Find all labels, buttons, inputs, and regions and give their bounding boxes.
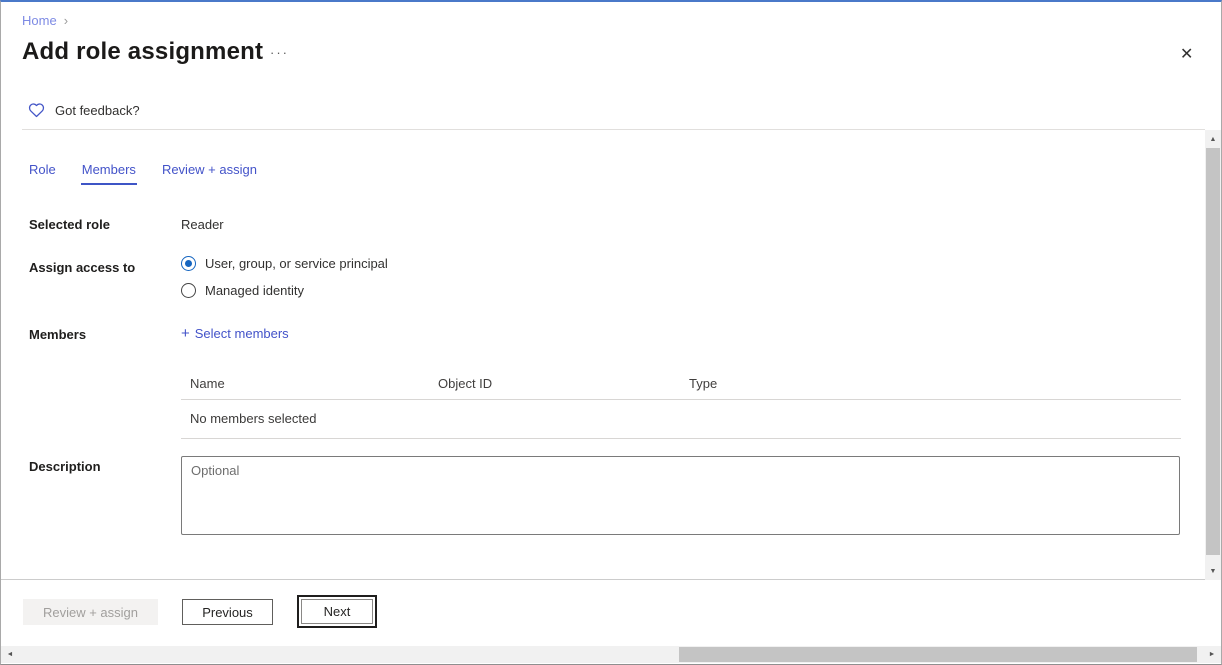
radio-user-group-service-principal[interactable]: User, group, or service principal — [181, 256, 388, 271]
radio-managed-identity[interactable]: Managed identity — [181, 283, 304, 298]
page-title: Add role assignment — [22, 38, 264, 65]
heart-icon — [28, 102, 45, 118]
review-assign-button[interactable]: Review + assign — [23, 599, 158, 625]
tab-review-assign[interactable]: Review + assign — [161, 160, 258, 185]
vertical-scrollbar[interactable]: ▲ ▼ — [1205, 130, 1221, 580]
column-header-object-id: Object ID — [438, 376, 493, 391]
column-header-name: Name — [190, 376, 225, 391]
breadcrumb: Home › — [22, 13, 68, 28]
next-button[interactable]: Next — [301, 599, 373, 624]
tab-role[interactable]: Role — [28, 160, 57, 185]
tab-members[interactable]: Members — [80, 160, 137, 185]
plus-icon: + — [181, 325, 190, 342]
radio-label: User, group, or service principal — [205, 256, 388, 271]
previous-button[interactable]: Previous — [182, 599, 273, 625]
breadcrumb-link-home[interactable]: Home — [22, 13, 57, 28]
horizontal-scrollbar[interactable]: ◄ ► — [1, 646, 1221, 663]
chevron-right-icon: › — [63, 13, 69, 28]
next-button-focus-ring: Next — [297, 595, 377, 628]
radio-unselected-icon — [181, 283, 196, 298]
footer-divider — [1, 579, 1221, 580]
scroll-down-icon[interactable]: ▼ — [1205, 563, 1221, 579]
scroll-left-icon[interactable]: ◄ — [2, 646, 18, 663]
radio-label: Managed identity — [205, 283, 305, 298]
tab-bar: Role Members Review + assign — [28, 160, 258, 185]
vertical-scrollbar-thumb[interactable] — [1206, 148, 1220, 555]
horizontal-scrollbar-thumb[interactable] — [679, 647, 1197, 662]
members-table-empty-row: No members selected — [181, 400, 1181, 439]
select-members-label: Select members — [194, 326, 289, 341]
members-table-header: Name Object ID Type — [181, 372, 1181, 400]
add-role-assignment-blade: Home › Add role assignment ··· ✕ Got feed… — [0, 0, 1222, 665]
close-icon[interactable]: ✕ — [1174, 44, 1199, 66]
description-input[interactable] — [181, 456, 1180, 535]
selected-role-label: Selected role — [29, 217, 110, 232]
more-options-icon[interactable]: ··· — [264, 44, 295, 61]
column-header-type: Type — [689, 376, 718, 391]
header-divider — [22, 129, 1205, 130]
scroll-right-icon[interactable]: ► — [1204, 646, 1220, 663]
members-label: Members — [29, 327, 87, 342]
got-feedback-label: Got feedback? — [55, 102, 140, 118]
selected-role-value: Reader — [181, 217, 224, 232]
scroll-up-icon[interactable]: ▲ — [1205, 131, 1221, 147]
radio-selected-icon — [181, 256, 196, 271]
description-label: Description — [29, 459, 101, 474]
select-members-link[interactable]: + Select members — [181, 325, 289, 342]
members-table: Name Object ID Type No members selected — [181, 372, 1181, 439]
assign-access-to-label: Assign access to — [29, 260, 136, 275]
got-feedback-link[interactable]: Got feedback? — [28, 102, 140, 118]
